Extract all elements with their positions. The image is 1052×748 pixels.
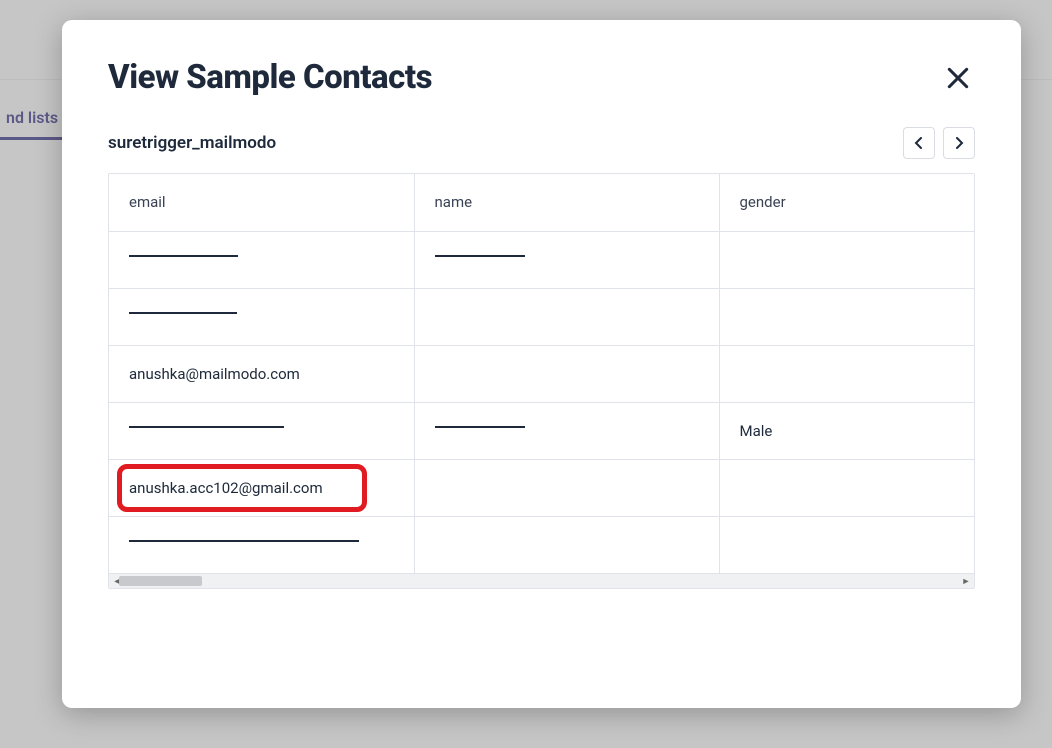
column-header-gender: gender [719, 174, 974, 231]
redacted-text: anushka.agnihotri19@gmail.com [129, 536, 359, 546]
cell-email-text: anushka@mailmodo.com [129, 365, 300, 383]
cell-email-text: anushka.acc102@gmail.com [129, 479, 323, 497]
scroll-right-arrow[interactable]: ► [959, 574, 973, 588]
redacted-text: dep@gmail.com [129, 251, 238, 261]
cell-gender: Male [719, 402, 974, 459]
column-header-name: name [414, 174, 719, 231]
table-row: ach@gmail.com [109, 288, 974, 345]
cell-email: aabir.datta@gmail.com [109, 402, 414, 459]
table-row: dep@gmail.com Deb Datta [109, 231, 974, 288]
cell-email: dep@gmail.com [109, 231, 414, 288]
cell-email: ach@gmail.com [109, 288, 414, 345]
cell-name [414, 345, 719, 402]
close-icon [945, 65, 971, 91]
cell-name [414, 459, 719, 516]
cell-email: anushka.agnihotri19@gmail.com [109, 516, 414, 573]
cell-gender [719, 345, 974, 402]
cell-gender [719, 459, 974, 516]
list-name: suretrigger_mailmodo [108, 133, 276, 153]
close-button[interactable] [941, 61, 975, 95]
next-button[interactable] [943, 127, 975, 159]
cell-gender-text: Male [740, 422, 773, 440]
cell-gender [719, 516, 974, 573]
table-row: anushka.acc102@gmail.com [109, 459, 974, 516]
cell-name: Aabir Datta [414, 402, 719, 459]
redacted-text: ach@gmail.com [129, 308, 237, 318]
cell-email: anushka@mailmodo.com [109, 345, 414, 402]
chevron-right-icon [953, 137, 965, 149]
table-row: anushka@mailmodo.com [109, 345, 974, 402]
cell-name: Deb Datta [414, 231, 719, 288]
chevron-left-icon [913, 137, 925, 149]
pager [903, 127, 975, 159]
cell-email: anushka.acc102@gmail.com [109, 459, 414, 516]
cell-gender [719, 288, 974, 345]
redacted-text: Aabir Datta [435, 422, 525, 432]
table-row: anushka.agnihotri19@gmail.com [109, 516, 974, 573]
prev-button[interactable] [903, 127, 935, 159]
column-header-email: email [109, 174, 414, 231]
modal-title: View Sample Contacts [108, 58, 432, 97]
cell-gender [719, 231, 974, 288]
scroll-thumb[interactable] [119, 576, 202, 586]
sample-contacts-modal: View Sample Contacts suretrigger_mailmod… [62, 20, 1021, 708]
redacted-text: Deb Datta [435, 251, 525, 261]
horizontal-scrollbar[interactable]: ◄ ► [109, 573, 974, 588]
table-row: aabir.datta@gmail.com Aabir Datta Male [109, 402, 974, 459]
cell-name [414, 516, 719, 573]
cell-name [414, 288, 719, 345]
contacts-table-container: email name gender dep@gmail.com Deb Datta… [108, 173, 975, 589]
redacted-text: aabir.datta@gmail.com [129, 422, 284, 432]
contacts-table: email name gender dep@gmail.com Deb Datta… [109, 174, 974, 573]
